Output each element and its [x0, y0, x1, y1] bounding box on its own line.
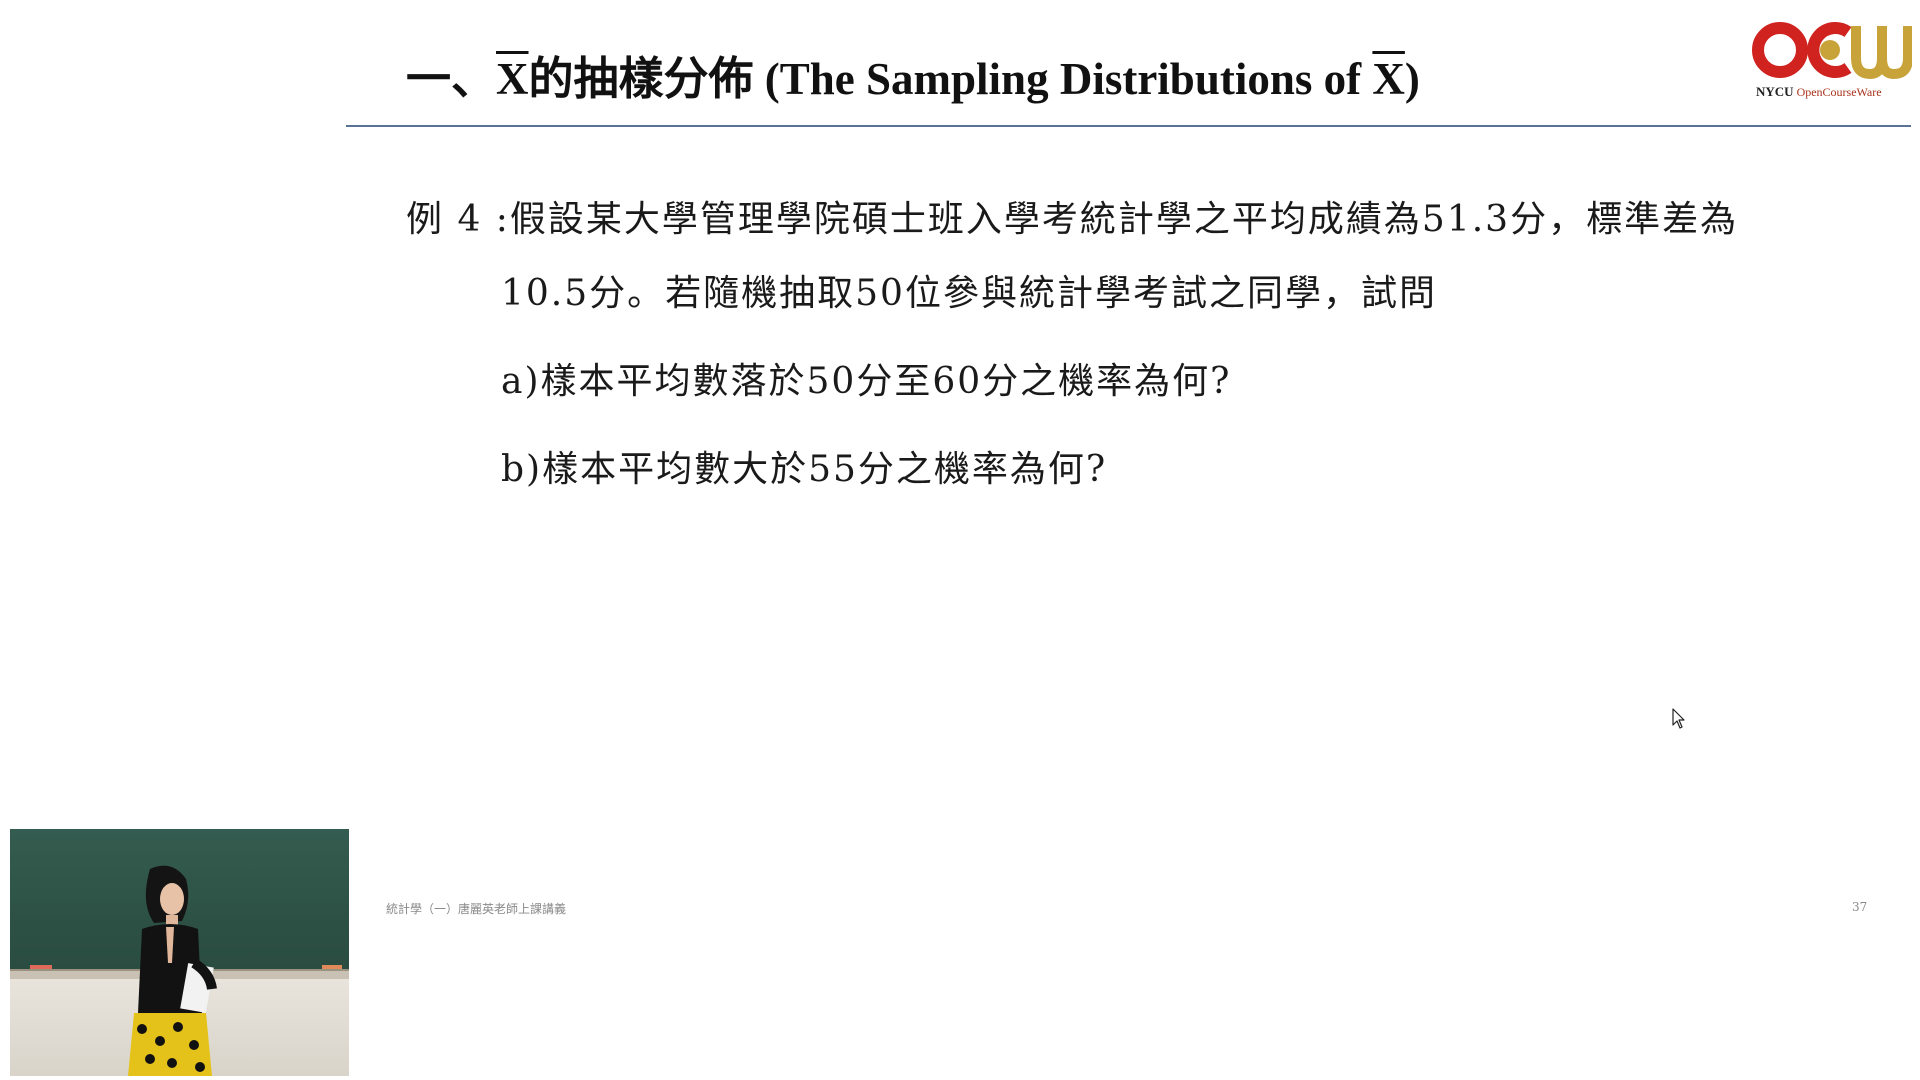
- slide-title: 一、X的抽樣分佈 (The Sampling Distributions of …: [406, 42, 1420, 116]
- logo-brand: NYCU: [1756, 84, 1794, 99]
- title-middle: 的抽樣分佈 (The Sampling Distributions of: [528, 54, 1373, 104]
- title-prefix: 一、: [406, 54, 497, 104]
- question-a: a)樣本平均數落於50分至60分之機率為何?: [501, 361, 1232, 402]
- title-suffix: ): [1404, 54, 1420, 104]
- title-xbar: X: [496, 54, 529, 104]
- title-divider: [346, 125, 1911, 127]
- logo-name: OpenCourseWare: [1796, 85, 1882, 99]
- example-line-2: 10.5分。若隨機抽取50位參與統計學考試之同學，試問: [501, 273, 1437, 314]
- instructor-video: [10, 829, 349, 1076]
- slide-footer: 統計學（一）唐麗英老師上課講義: [386, 902, 567, 916]
- ocw-logo-text: NYCU OpenCourseWare: [1756, 84, 1882, 100]
- page-number: 37: [1852, 900, 1868, 914]
- chalk-piece-2: [322, 965, 342, 969]
- mouse-pointer-icon: [1672, 708, 1685, 729]
- instructor-figure: [128, 865, 217, 1076]
- title-xbar-2: X: [1372, 54, 1405, 104]
- question-b: b)樣本平均數大於55分之機率為何?: [501, 449, 1108, 490]
- chalk-piece: [30, 965, 52, 969]
- example-line-1: 例 4 :假設某大學管理學院碩士班入學考統計學之平均成績為51.3分，標準差為: [406, 199, 1739, 240]
